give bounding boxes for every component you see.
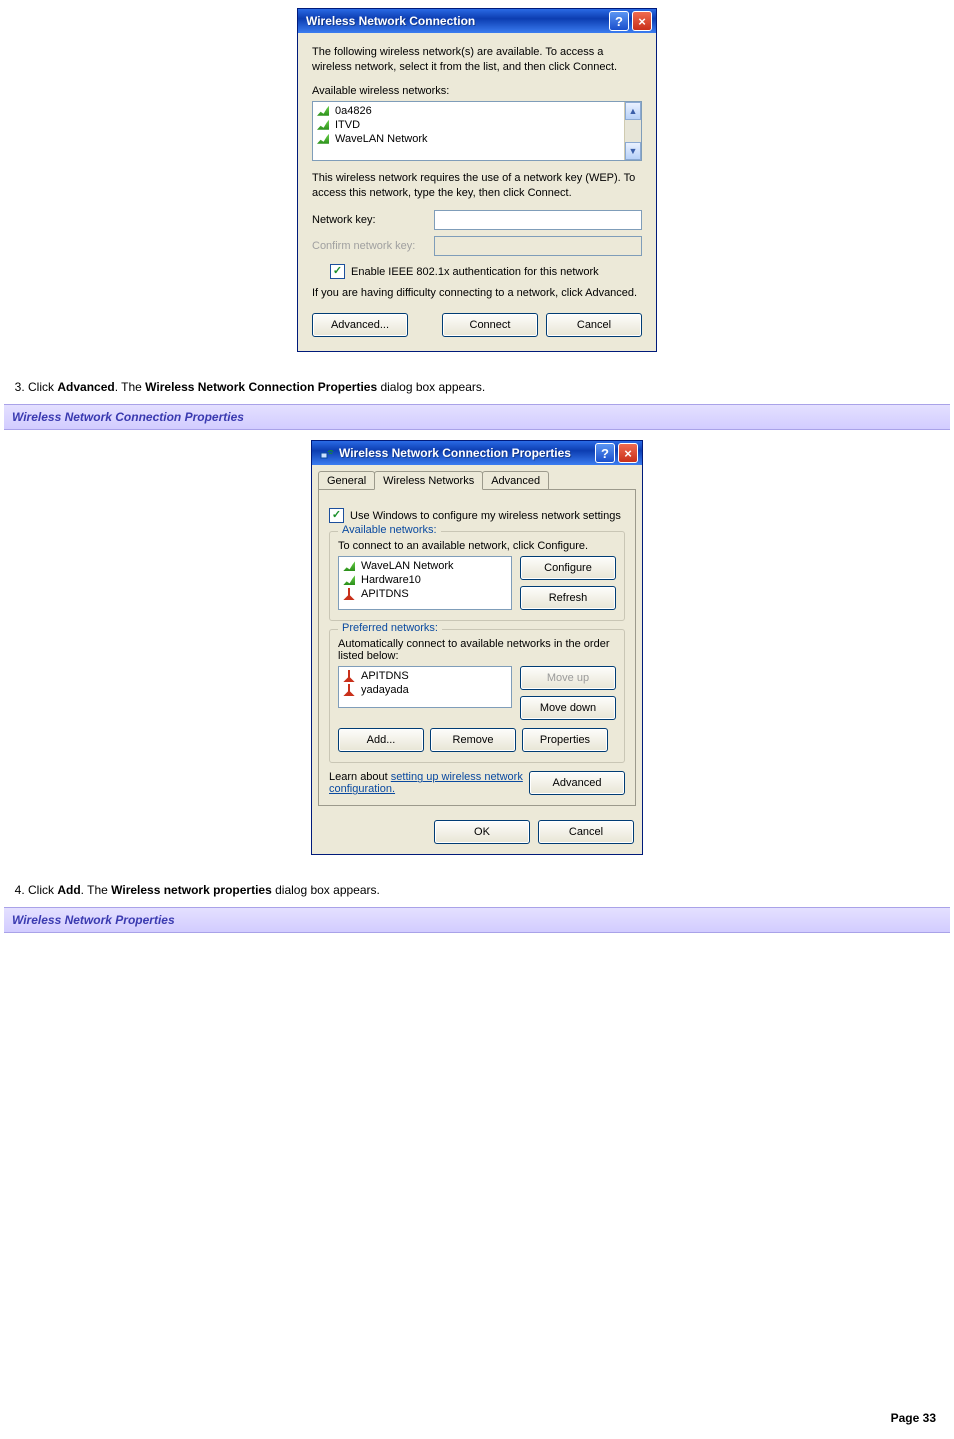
preferred-networks-fieldset: Preferred networks: Automatically connec… xyxy=(329,629,625,763)
ok-button[interactable]: OK xyxy=(434,820,530,844)
help-icon[interactable]: ? xyxy=(609,11,629,31)
add-button[interactable]: Add... xyxy=(338,728,424,752)
instruction-step-4: Click Add. The Wireless network properti… xyxy=(28,883,954,897)
preferred-networks-list[interactable]: APITDNS yadayada xyxy=(338,666,512,708)
network-name: APITDNS xyxy=(361,670,409,682)
available-networks-label: Available wireless networks: xyxy=(312,85,642,97)
scrollbar[interactable]: ▲ ▼ xyxy=(624,102,641,160)
antenna-icon xyxy=(343,684,355,696)
available-networks-list[interactable]: 0a4826 ITVD WaveLAN Network ▲ ▼ xyxy=(312,101,642,161)
list-item[interactable]: APITDNS xyxy=(341,587,509,601)
ieee-label: Enable IEEE 802.1x authentication for th… xyxy=(351,266,599,278)
available-networks-fieldset: Available networks: To connect to an ava… xyxy=(329,531,625,621)
available-legend: Available networks: xyxy=(338,524,441,536)
network-name: 0a4826 xyxy=(335,105,372,117)
configure-button[interactable]: Configure xyxy=(520,556,616,580)
move-up-button: Move up xyxy=(520,666,616,690)
network-name: WaveLAN Network xyxy=(335,133,428,145)
signal-icon xyxy=(343,575,355,585)
tab-wireless-networks[interactable]: Wireless Networks xyxy=(374,471,483,490)
network-name: APITDNS xyxy=(361,588,409,600)
wep-text: This wireless network requires the use o… xyxy=(312,171,642,201)
network-name: yadayada xyxy=(361,684,409,696)
learn-text: Learn about setting up wireless network … xyxy=(329,771,529,795)
dialog-title: Wireless Network Connection xyxy=(306,14,606,28)
network-name: WaveLAN Network xyxy=(361,560,454,572)
use-windows-checkbox[interactable] xyxy=(329,508,344,523)
list-item[interactable]: WaveLAN Network xyxy=(341,559,509,573)
connect-button[interactable]: Connect xyxy=(442,313,538,337)
signal-icon xyxy=(317,134,329,144)
network-key-input[interactable] xyxy=(434,210,642,230)
antenna-icon xyxy=(343,588,355,600)
section-heading-text: Wireless Network Properties xyxy=(12,913,175,927)
advanced-button[interactable]: Advanced xyxy=(529,771,625,795)
confirm-key-input xyxy=(434,236,642,256)
list-item[interactable]: APITDNS xyxy=(341,669,509,683)
list-item[interactable]: yadayada xyxy=(341,683,509,697)
section-heading-text: Wireless Network Connection Properties xyxy=(12,410,244,424)
signal-icon xyxy=(343,561,355,571)
network-name: Hardware10 xyxy=(361,574,421,586)
preferred-desc: Automatically connect to available netwo… xyxy=(338,638,616,662)
signal-icon xyxy=(317,106,329,116)
document-page: Wireless Network Connection ? × The foll… xyxy=(0,0,954,1439)
ieee-checkbox[interactable] xyxy=(330,264,345,279)
tab-panel: Use Windows to configure my wireless net… xyxy=(318,489,636,806)
use-windows-label: Use Windows to configure my wireless net… xyxy=(350,510,621,522)
list-item[interactable]: 0a4826 xyxy=(315,104,622,118)
wireless-connection-dialog: Wireless Network Connection ? × The foll… xyxy=(297,8,657,352)
list-item[interactable]: Hardware10 xyxy=(341,573,509,587)
cancel-button[interactable]: Cancel xyxy=(538,820,634,844)
available-networks-list[interactable]: WaveLAN Network Hardware10 APITDNS xyxy=(338,556,512,610)
list-item[interactable]: ITVD xyxy=(315,118,622,132)
cancel-button[interactable]: Cancel xyxy=(546,313,642,337)
instruction-step-3: Click Advanced. The Wireless Network Con… xyxy=(28,380,954,394)
properties-button[interactable]: Properties xyxy=(522,728,608,752)
move-down-button[interactable]: Move down xyxy=(520,696,616,720)
help-icon[interactable]: ? xyxy=(595,443,615,463)
tabs: General Wireless Networks Advanced xyxy=(312,465,642,489)
available-desc: To connect to an available network, clic… xyxy=(338,540,616,552)
close-icon[interactable]: × xyxy=(618,443,638,463)
refresh-button[interactable]: Refresh xyxy=(520,586,616,610)
scroll-down-icon[interactable]: ▼ xyxy=(625,142,641,160)
intro-text: The following wireless network(s) are av… xyxy=(312,45,642,75)
advanced-button[interactable]: Advanced... xyxy=(312,313,408,337)
connection-properties-dialog: Wireless Network Connection Properties ?… xyxy=(311,440,643,855)
signal-icon xyxy=(317,120,329,130)
difficulty-text: If you are having difficulty connecting … xyxy=(312,287,642,299)
remove-button[interactable]: Remove xyxy=(430,728,516,752)
titlebar: Wireless Network Connection Properties ?… xyxy=(312,441,642,465)
list-item[interactable]: WaveLAN Network xyxy=(315,132,622,146)
scroll-up-icon[interactable]: ▲ xyxy=(625,102,641,120)
close-icon[interactable]: × xyxy=(632,11,652,31)
network-key-label: Network key: xyxy=(312,214,434,226)
confirm-key-label: Confirm network key: xyxy=(312,240,434,252)
section-heading: Wireless Network Properties xyxy=(4,907,950,933)
dialog-title: Wireless Network Connection Properties xyxy=(339,446,592,460)
page-number: Page 33 xyxy=(0,1403,954,1439)
tab-general[interactable]: General xyxy=(318,471,375,489)
tab-advanced[interactable]: Advanced xyxy=(482,471,549,489)
wireless-icon xyxy=(320,446,334,460)
network-name: ITVD xyxy=(335,119,360,131)
titlebar: Wireless Network Connection ? × xyxy=(298,9,656,33)
antenna-icon xyxy=(343,670,355,682)
preferred-legend: Preferred networks: xyxy=(338,622,442,634)
section-heading: Wireless Network Connection Properties xyxy=(4,404,950,430)
